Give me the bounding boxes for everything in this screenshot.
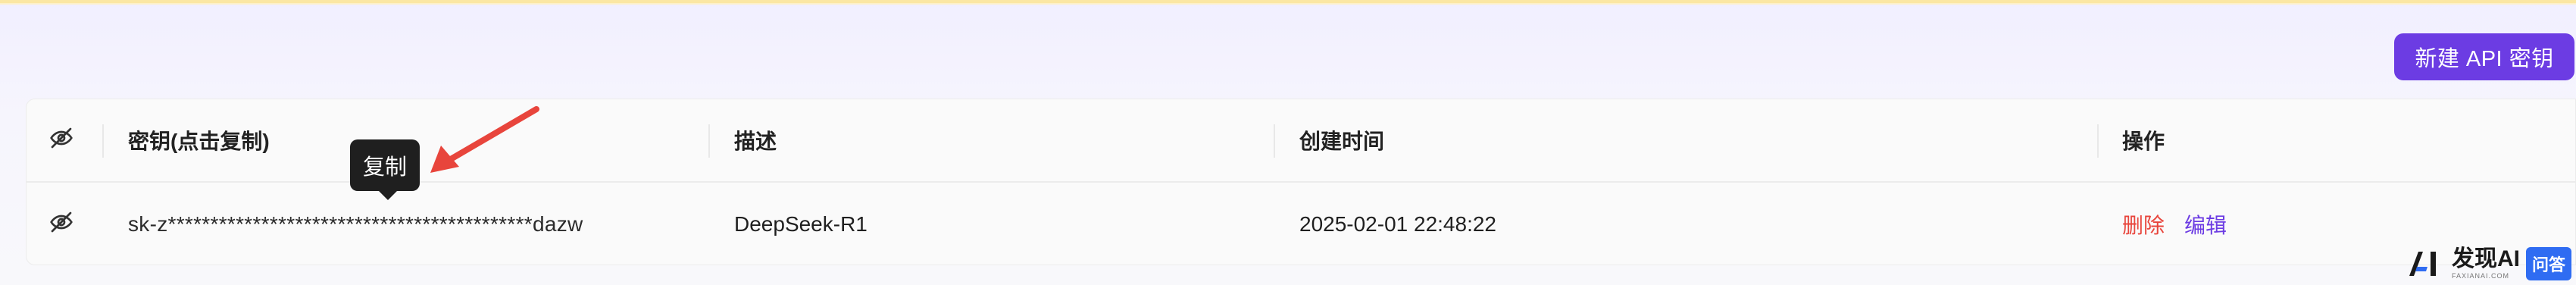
row-actions: 删除 编辑 [2122, 184, 2227, 265]
eye-off-icon [49, 126, 73, 155]
eye-off-icon [49, 210, 73, 240]
column-header-description: 描述 [734, 130, 777, 153]
column-header-key: 密钥(点击复制) [128, 130, 270, 153]
toggle-key-visibility-button[interactable] [49, 184, 73, 265]
brand-tag: 问答 [2526, 247, 2572, 280]
site-watermark: 发现AI FAXIANAI.COM 问答 [2406, 246, 2572, 282]
column-header-created-at: 创建时间 [1299, 130, 1385, 153]
brand-logo-icon [2409, 252, 2436, 276]
column-divider [1274, 124, 1275, 158]
brand-text: 发现AI FAXIANAI.COM [2452, 248, 2520, 280]
delete-button[interactable]: 删除 [2122, 209, 2165, 240]
brand-name: 发现AI [2452, 246, 2520, 271]
edit-button[interactable]: 编辑 [2184, 209, 2227, 240]
table-row: sk-z************************************… [27, 184, 2575, 265]
api-key-value[interactable]: sk-z************************************… [128, 184, 583, 265]
red-arrow-icon [430, 106, 539, 173]
new-api-key-button[interactable]: 新建 API 密钥 [2394, 33, 2574, 80]
column-divider [102, 124, 104, 158]
column-divider [2097, 124, 2099, 158]
key-description: DeepSeek-R1 [734, 212, 868, 236]
copy-tooltip: 复制 [350, 139, 420, 200]
toggle-all-visibility-button[interactable] [49, 99, 73, 181]
notice-banner-border [0, 3, 2576, 5]
column-header-actions: 操作 [2122, 130, 2165, 153]
key-created-at: 2025-02-01 22:48:22 [1299, 212, 1496, 236]
column-divider [708, 124, 710, 158]
brand-domain: FAXIANAI.COM [2452, 272, 2510, 280]
